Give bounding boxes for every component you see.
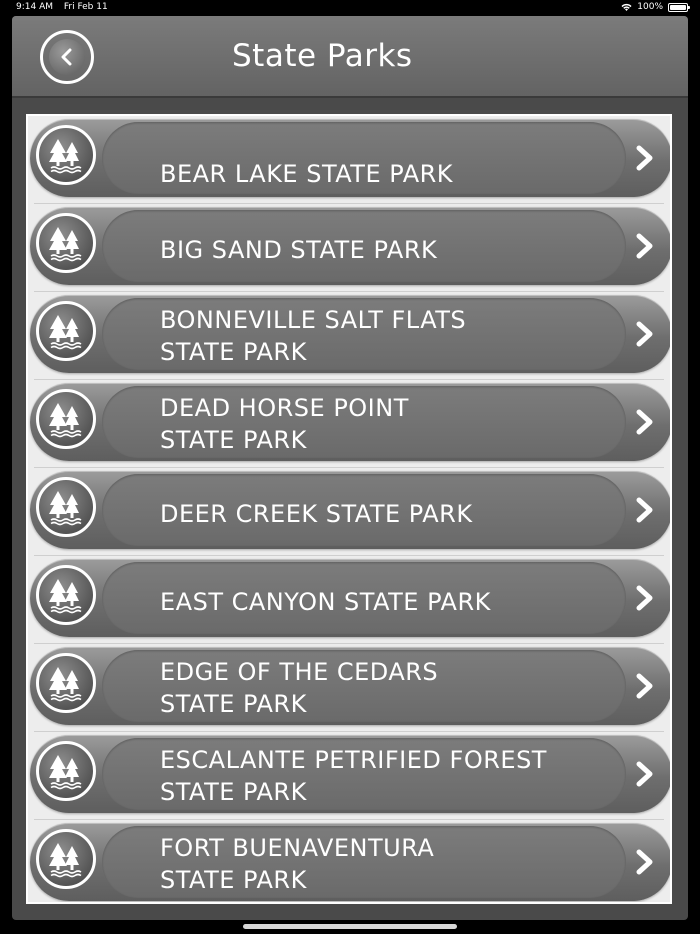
park-name: EDGE OF THE CEDARS STATE PARK <box>160 656 620 720</box>
park-name-line1: FORT BUENAVENTURA <box>160 834 435 862</box>
park-name: ESCALANTE PETRIFIED FOREST STATE PARK <box>160 744 620 808</box>
park-name-line2: STATE PARK <box>160 338 307 366</box>
park-row[interactable]: BEAR LAKE STATE PARK <box>28 116 670 204</box>
park-name-line2: STATE PARK <box>160 690 307 718</box>
chevron-right-icon <box>636 145 653 171</box>
status-bar: 9:14 AM Fri Feb 11 100% <box>0 0 700 14</box>
park-badge <box>36 565 96 625</box>
pine-trees-icon <box>49 755 82 790</box>
park-name: DEAD HORSE POINT STATE PARK <box>160 392 620 456</box>
chevron-right-icon <box>636 585 653 611</box>
park-badge <box>36 301 96 361</box>
park-badge <box>36 477 96 537</box>
status-left: 9:14 AM Fri Feb 11 <box>16 0 116 14</box>
pine-trees-icon <box>49 579 82 614</box>
pine-trees-icon <box>49 315 82 350</box>
park-badge <box>36 829 96 889</box>
app-window: State Parks BEAR LAKE STATE PARK BIG SAN… <box>12 16 688 920</box>
chevron-right-icon <box>636 233 653 259</box>
park-name: FORT BUENAVENTURA STATE PARK <box>160 832 620 896</box>
chevron-right-icon <box>636 673 653 699</box>
chevron-right-icon <box>636 849 653 875</box>
park-name-line1: BIG SAND STATE PARK <box>160 236 438 264</box>
park-badge <box>36 213 96 273</box>
back-circle-icon <box>49 39 85 75</box>
park-name: BONNEVILLE SALT FLATS STATE PARK <box>160 304 620 368</box>
pine-trees-icon <box>49 843 82 878</box>
park-row[interactable]: BONNEVILLE SALT FLATS STATE PARK <box>28 292 670 380</box>
pine-trees-icon <box>49 139 82 174</box>
park-badge <box>36 741 96 801</box>
status-right: 100% <box>621 0 690 14</box>
park-name-line2: STATE PARK <box>160 426 307 454</box>
status-date: Fri Feb 11 <box>63 2 108 12</box>
chevron-right-icon <box>636 497 653 523</box>
chevron-left-icon <box>61 48 72 66</box>
park-name-line1: EDGE OF THE CEDARS <box>160 658 439 686</box>
park-row[interactable]: EDGE OF THE CEDARS STATE PARK <box>28 644 670 732</box>
pine-trees-icon <box>49 667 82 702</box>
back-button[interactable] <box>40 30 94 84</box>
park-name-line1: DEAD HORSE POINT <box>160 394 409 422</box>
pine-trees-icon <box>49 403 82 438</box>
park-name: BIG SAND STATE PARK <box>160 234 620 266</box>
pine-trees-icon <box>49 491 82 526</box>
chevron-right-icon <box>636 321 653 347</box>
chevron-right-icon <box>636 761 653 787</box>
park-row[interactable]: BIG SAND STATE PARK <box>28 204 670 292</box>
park-name-line2: STATE PARK <box>160 778 307 806</box>
park-name: DEER CREEK STATE PARK <box>160 498 620 530</box>
home-indicator[interactable] <box>243 924 457 929</box>
park-row[interactable]: DEAD HORSE POINT STATE PARK <box>28 380 670 468</box>
park-row[interactable]: FORT BUENAVENTURA STATE PARK <box>28 820 670 902</box>
header-bar: State Parks <box>12 16 688 98</box>
park-name-line1: BEAR LAKE STATE PARK <box>160 160 454 188</box>
park-row[interactable]: EAST CANYON STATE PARK <box>28 556 670 644</box>
park-list-frame: BEAR LAKE STATE PARK BIG SAND STATE PARK… <box>26 114 672 904</box>
park-row[interactable]: ESCALANTE PETRIFIED FOREST STATE PARK <box>28 732 670 820</box>
chevron-right-icon <box>636 409 653 435</box>
status-time: 9:14 AM <box>16 2 53 12</box>
park-name-line1: ESCALANTE PETRIFIED FOREST <box>160 746 547 774</box>
park-name-line1: EAST CANYON STATE PARK <box>160 588 491 616</box>
park-row[interactable]: DEER CREEK STATE PARK <box>28 468 670 556</box>
battery-icon <box>668 2 690 12</box>
park-name-line1: DEER CREEK STATE PARK <box>160 500 473 528</box>
park-name: BEAR LAKE STATE PARK <box>160 158 620 190</box>
park-name-line1: BONNEVILLE SALT FLATS <box>160 306 467 334</box>
park-badge <box>36 389 96 449</box>
page-title: State Parks <box>232 38 413 74</box>
battery-percent: 100% <box>637 2 663 12</box>
pine-trees-icon <box>49 227 82 262</box>
park-name: EAST CANYON STATE PARK <box>160 586 620 618</box>
wifi-icon <box>621 3 632 11</box>
park-badge <box>36 653 96 713</box>
park-badge <box>36 125 96 185</box>
park-name-line2: STATE PARK <box>160 866 307 894</box>
